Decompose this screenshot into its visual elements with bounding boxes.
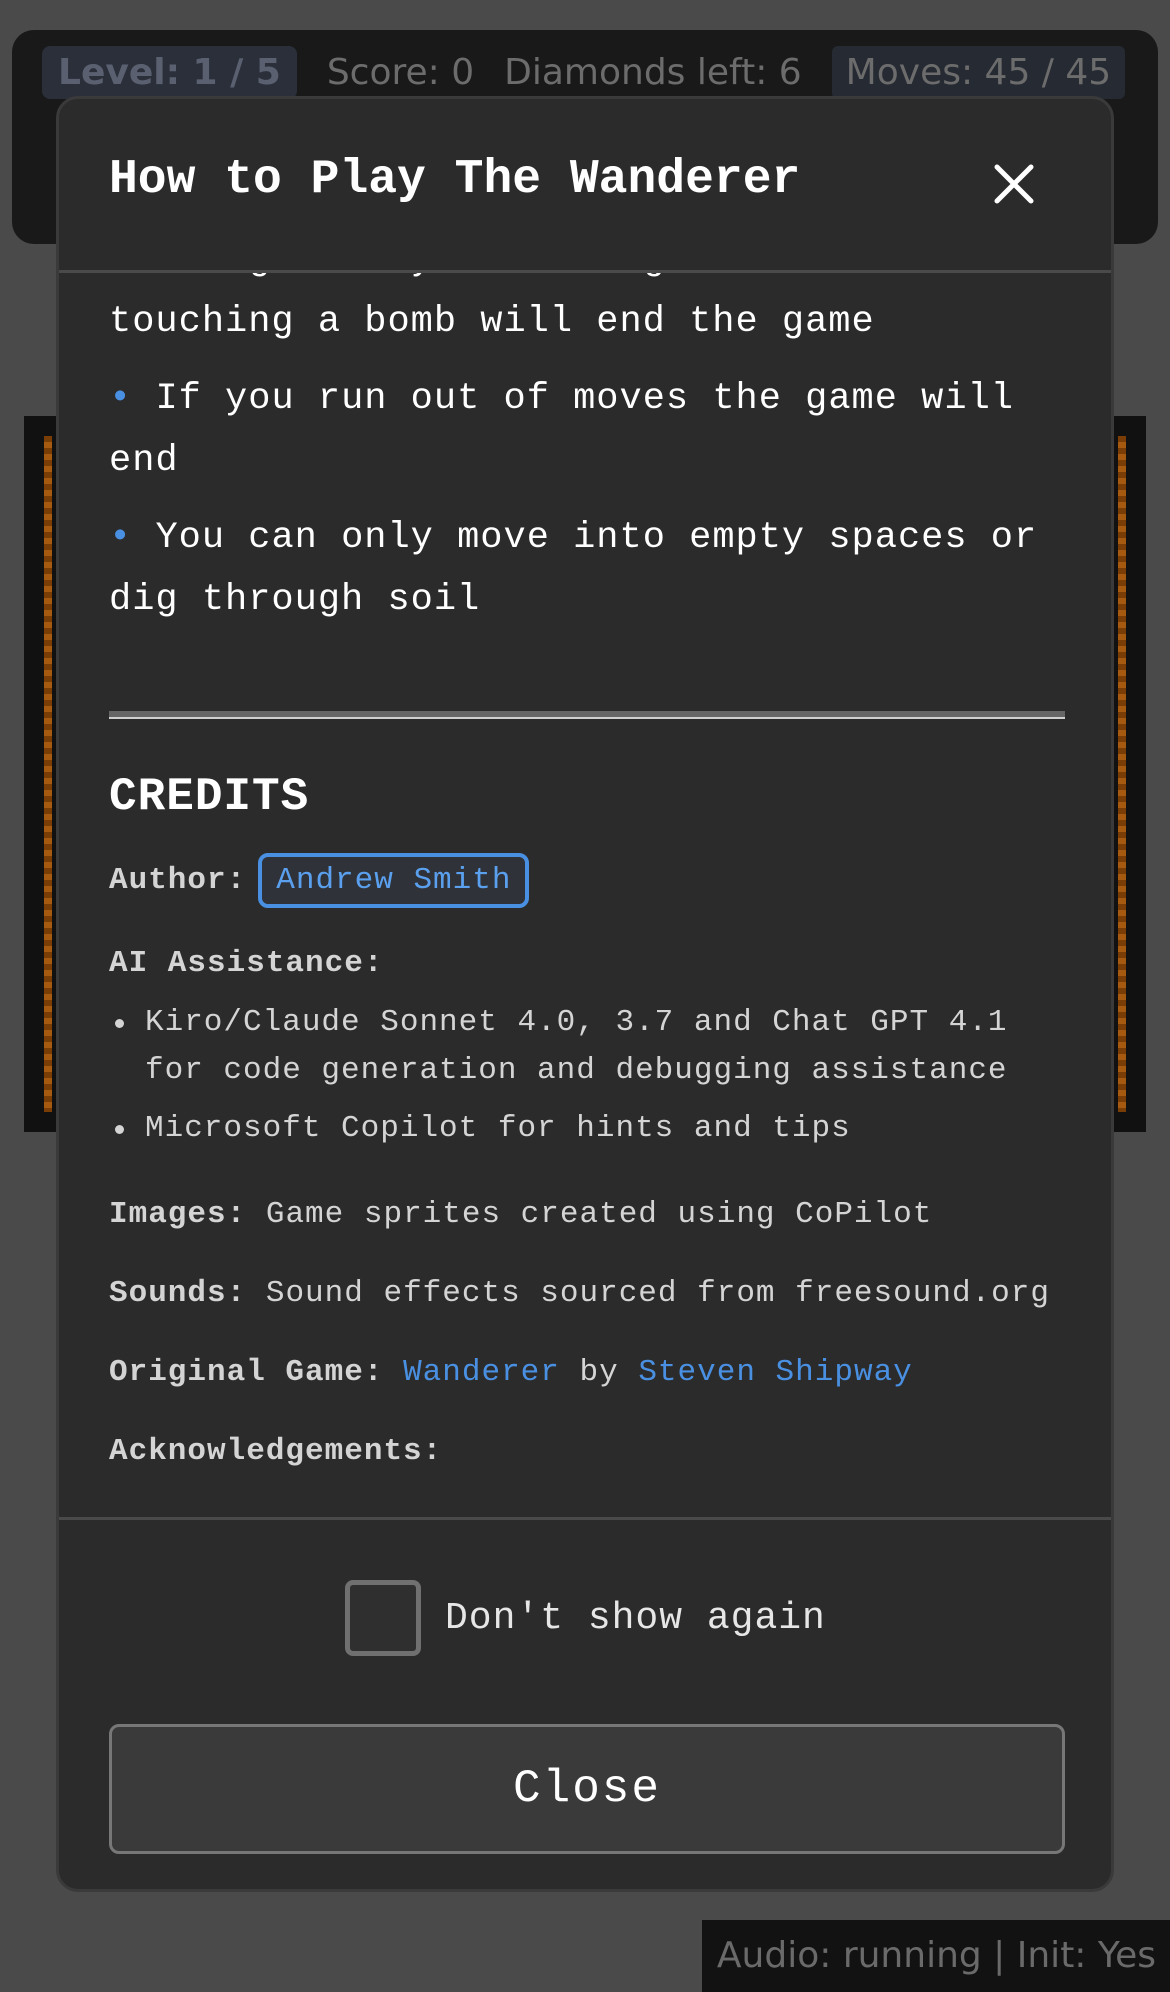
original-by-text: by: [579, 1355, 619, 1390]
sounds-credit: Sounds: Sound effects sourced from frees…: [109, 1276, 1069, 1311]
images-credit: Images: Game sprites created using CoPil…: [109, 1197, 1069, 1232]
bullet-icon: •: [109, 378, 133, 420]
rule-item: • If you run out of moves the game will …: [109, 368, 1069, 492]
sounds-text: Sound effects sourced from freesound.org: [265, 1276, 1050, 1311]
dont-show-again-checkbox[interactable]: [345, 1580, 421, 1656]
modal-footer: Don't show again Close: [59, 1517, 1111, 1889]
acknowledgements-heading: Acknowledgements:: [109, 1434, 1069, 1469]
author-label: Author:: [109, 863, 247, 898]
close-icon[interactable]: [989, 159, 1039, 209]
score-display: Score: 0: [326, 52, 475, 93]
images-text: Game sprites created using CoPilot: [265, 1197, 933, 1232]
rule-text: Being hit by a falling boulder or touchi…: [109, 273, 920, 343]
original-author-link[interactable]: Steven Shipway: [638, 1355, 912, 1390]
ai-assistance-list: Kiro/Claude Sonnet 4.0, 3.7 and Chat GPT…: [109, 999, 1069, 1153]
ai-assistance-heading: AI Assistance:: [109, 946, 1069, 981]
hud-stats: Level: 1 / 5 Score: 0 Diamonds left: 6 M…: [42, 46, 1126, 99]
dont-show-again-toggle[interactable]: Don't show again: [345, 1580, 826, 1656]
close-button[interactable]: Close: [109, 1724, 1065, 1854]
rule-item: • Being hit by a falling boulder or touc…: [109, 273, 1069, 353]
modal-header: How to Play The Wanderer: [59, 99, 1111, 273]
original-game-label: Original Game:: [109, 1355, 384, 1390]
modal-title: How to Play The Wanderer: [109, 153, 801, 207]
author-link[interactable]: Andrew Smith: [258, 853, 530, 908]
section-divider: [109, 711, 1065, 719]
bullet-icon: •: [109, 273, 132, 281]
images-label: Images:: [109, 1197, 247, 1232]
sounds-label: Sounds:: [109, 1276, 247, 1311]
list-item: Microsoft Copilot for hints and tips: [115, 1105, 1069, 1153]
modal-body-content: • Being hit by a falling boulder or touc…: [109, 273, 1069, 1469]
credits-heading: CREDITS: [109, 771, 310, 823]
list-item: Kiro/Claude Sonnet 4.0, 3.7 and Chat GPT…: [115, 999, 1069, 1095]
acknowledgements-label: Acknowledgements:: [109, 1434, 443, 1469]
ai-assistance-label: AI Assistance:: [109, 946, 384, 981]
author-row: Author: Andrew Smith: [109, 853, 1069, 908]
modal-body[interactable]: • Being hit by a falling boulder or touc…: [59, 273, 1111, 1613]
level-indicator: Level: 1 / 5: [42, 46, 297, 99]
dont-show-again-label: Don't show again: [445, 1596, 826, 1640]
how-to-play-modal: How to Play The Wanderer • Being hit by …: [56, 96, 1114, 1892]
board-border-left: [44, 436, 52, 1112]
audio-status-bar: Audio: running | Init: Yes: [702, 1920, 1170, 1992]
rule-text: You can only move into empty spaces or d…: [109, 517, 1038, 621]
original-game-credit: Original Game: Wanderer by Steven Shipwa…: [109, 1355, 1069, 1390]
board-border-right: [1118, 436, 1126, 1112]
diamonds-left-display: Diamonds left: 6: [504, 52, 802, 93]
rule-item: • You can only move into empty spaces or…: [109, 507, 1069, 631]
moves-display: Moves: 45 / 45: [831, 46, 1126, 99]
bullet-icon: •: [109, 517, 133, 559]
rule-text: If you run out of moves the game will en…: [109, 378, 1014, 482]
original-game-link[interactable]: Wanderer: [403, 1355, 560, 1390]
